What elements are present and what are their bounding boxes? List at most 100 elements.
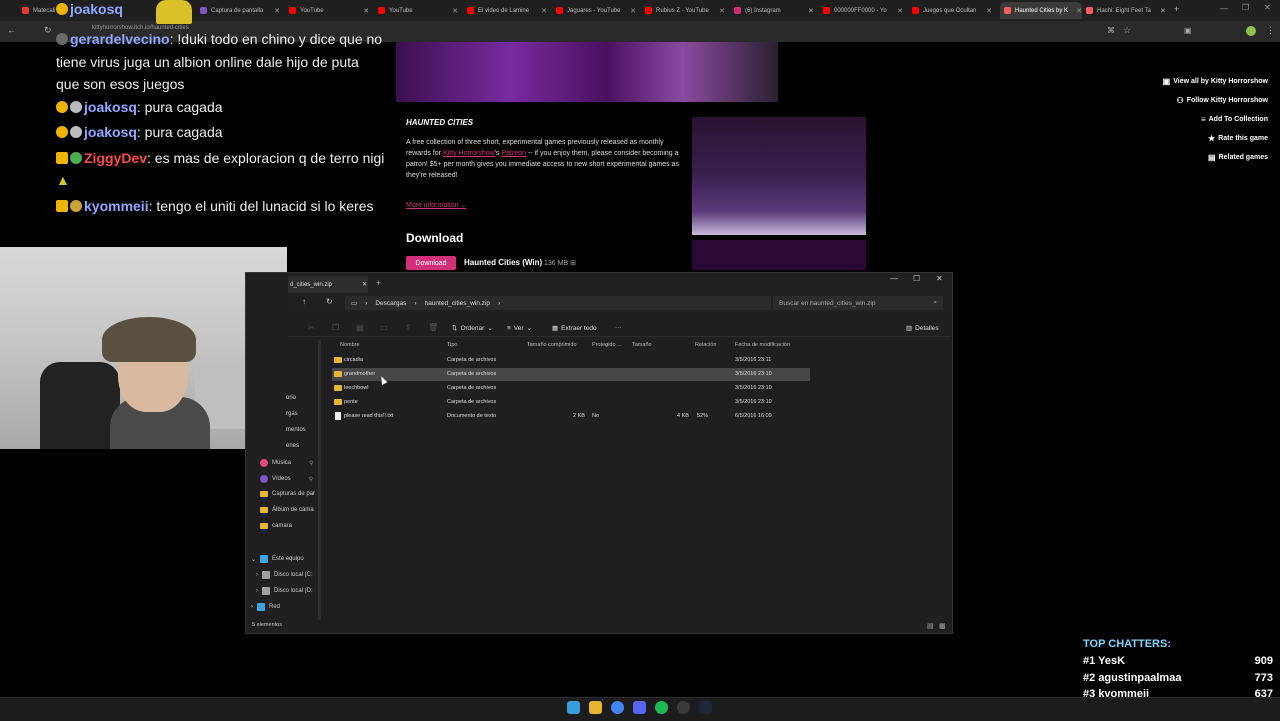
- back-icon[interactable]: ←: [7, 25, 16, 35]
- col-header-name[interactable]: Nombre: [340, 342, 360, 348]
- cut-icon[interactable]: ✂: [308, 323, 315, 332]
- paste-icon[interactable]: ▤: [356, 323, 364, 332]
- more-information-link[interactable]: More information ⌄: [406, 201, 466, 209]
- col-header-protected[interactable]: Protegido ...: [592, 342, 622, 348]
- breadcrumb-item[interactable]: haunted_cities_win.zip: [425, 300, 490, 307]
- more-menu-icon[interactable]: ⋮: [1266, 25, 1275, 36]
- browser-tab[interactable]: YouTube ✕: [378, 2, 458, 19]
- nav-item[interactable]: orio: [260, 395, 296, 401]
- close-tab-icon[interactable]: ✕: [1160, 7, 1166, 15]
- rate-game-link[interactable]: ★ Rate this game: [1140, 129, 1268, 148]
- chevron-right-icon: ›: [414, 299, 417, 307]
- nav-item-disk-d[interactable]: › Disco local (D:: [256, 587, 313, 595]
- browser-tab[interactable]: Rubius Z - YouTube ✕: [645, 2, 725, 19]
- profile-avatar-icon[interactable]: [1246, 26, 1256, 36]
- col-header-type[interactable]: Tipo: [447, 342, 458, 348]
- close-tab-icon[interactable]: ✕: [1076, 7, 1082, 15]
- browser-tab[interactable]: 000000FF0000 - Yo ✕: [823, 2, 903, 19]
- bookmark-star-icon[interactable]: ☆: [1123, 25, 1131, 36]
- nav-item-this-pc[interactable]: ⌄ Este equipo: [251, 555, 304, 563]
- close-tab-icon[interactable]: ✕: [362, 281, 367, 288]
- close-window-icon[interactable]: ✕: [1264, 3, 1271, 12]
- minimize-icon[interactable]: —: [1220, 4, 1228, 13]
- file-explorer-icon[interactable]: [589, 701, 602, 714]
- file-row-selected[interactable]: grandmother Carpeta de archivos 3/5/2016…: [332, 368, 810, 381]
- col-header-size[interactable]: Tamaño: [632, 342, 652, 348]
- nav-item-network[interactable]: › Red: [251, 603, 280, 611]
- steam-icon[interactable]: [699, 701, 712, 714]
- close-tab-icon[interactable]: ✕: [986, 7, 992, 15]
- browser-tab[interactable]: El video de Lamine ✕: [467, 2, 547, 19]
- details-button[interactable]: ▥ Detalles: [906, 324, 939, 333]
- obs-icon[interactable]: [677, 701, 690, 714]
- nav-item[interactable]: enes: [260, 443, 299, 449]
- chrome-icon[interactable]: [611, 701, 624, 714]
- nav-item-videos[interactable]: Vídeos ⚲: [260, 475, 313, 483]
- add-to-collection-link[interactable]: ≡ Add To Collection: [1140, 110, 1268, 129]
- refresh-icon[interactable]: ↻: [326, 297, 333, 306]
- browser-tab-active[interactable]: Haunted Cities by K ✕: [1000, 2, 1082, 19]
- nav-item[interactable]: rgas: [260, 411, 298, 417]
- close-tab-icon[interactable]: ✕: [630, 7, 636, 15]
- browser-tab[interactable]: Hachi: Eight Feet Ta ✕: [1086, 2, 1166, 19]
- patreon-link[interactable]: Patreon: [501, 150, 526, 157]
- file-modified: 3/5/2016 23:10: [735, 371, 772, 377]
- author-link[interactable]: Kitty Horrorshow: [443, 150, 495, 157]
- delete-icon[interactable]: 🗑: [428, 323, 438, 332]
- nav-item-music[interactable]: Música ⚲: [260, 459, 313, 467]
- close-tab-icon[interactable]: ✕: [897, 7, 903, 15]
- more-options-icon[interactable]: ···: [615, 324, 622, 331]
- file-row[interactable]: circadia Carpeta de archivos 3/5/2016 23…: [332, 354, 810, 367]
- view-button[interactable]: ≡ Ver ⌄: [507, 324, 532, 333]
- browser-tab[interactable]: (6) Instagram ✕: [734, 2, 814, 19]
- copy-icon[interactable]: ❐: [332, 323, 339, 332]
- reload-icon[interactable]: ↻: [44, 25, 52, 36]
- close-tab-icon[interactable]: ✕: [452, 7, 458, 15]
- up-arrow-icon[interactable]: ↑: [302, 297, 306, 306]
- explorer-tab[interactable]: d_cities_win.zip ✕: [288, 276, 368, 293]
- new-tab-icon[interactable]: +: [1174, 4, 1179, 14]
- nav-item[interactable]: Capturas de par: [260, 491, 315, 497]
- close-tab-icon[interactable]: ✕: [541, 7, 547, 15]
- nav-item[interactable]: Álbum de cáma: [260, 507, 314, 513]
- follow-link[interactable]: ⚇ Follow Kitty Horrorshow: [1140, 91, 1268, 110]
- breadcrumb[interactable]: ▭ › Descargas › haunted_cities_win.zip ›: [345, 296, 771, 310]
- translate-icon[interactable]: ⌘: [1107, 26, 1115, 35]
- file-row[interactable]: please read this!!.txt Documento de text…: [332, 410, 810, 423]
- col-header-ratio[interactable]: Relación: [695, 342, 716, 348]
- start-button-icon[interactable]: [567, 701, 580, 714]
- game-screenshot[interactable]: [692, 117, 866, 235]
- close-tab-icon[interactable]: ✕: [719, 7, 725, 15]
- extensions-icon[interactable]: ▣: [1184, 26, 1192, 35]
- discord-icon[interactable]: [633, 701, 646, 714]
- nav-item[interactable]: camara: [260, 523, 292, 529]
- download-button[interactable]: Download: [406, 256, 456, 270]
- sort-button[interactable]: ⇅ Ordenar ⌄: [452, 324, 493, 333]
- related-games-link[interactable]: ▤ Related games: [1140, 148, 1268, 167]
- maximize-icon[interactable]: ❐: [1242, 3, 1249, 12]
- extract-all-button[interactable]: ▦ Extraer todo: [552, 324, 597, 333]
- spotify-icon[interactable]: [655, 701, 668, 714]
- details-view-icon[interactable]: ▤: [927, 622, 934, 630]
- close-window-icon[interactable]: ✕: [936, 274, 943, 283]
- rename-icon[interactable]: ▭: [380, 323, 388, 332]
- col-header-compressed[interactable]: Tamaño comprimido: [527, 342, 577, 348]
- file-row[interactable]: leechbowl Carpeta de archivos 3/5/2016 2…: [332, 382, 810, 395]
- maximize-icon[interactable]: ☐: [913, 274, 920, 283]
- view-all-link[interactable]: ▣ View all by Kitty Horrorshow: [1140, 72, 1268, 91]
- col-header-modified[interactable]: Fecha de modificación: [735, 342, 790, 348]
- close-tab-icon[interactable]: ✕: [808, 7, 814, 15]
- file-row[interactable]: pente Carpeta de archivos 3/5/2016 23:10: [332, 396, 810, 409]
- browser-tab[interactable]: Juegos que Ocultan ✕: [912, 2, 992, 19]
- nav-item-disk-c[interactable]: › Disco local (C:: [256, 571, 313, 579]
- minimize-icon[interactable]: —: [890, 274, 898, 283]
- game-screenshot[interactable]: [692, 240, 866, 270]
- share-icon[interactable]: ⇪: [405, 323, 412, 332]
- nav-item[interactable]: mentos: [260, 427, 306, 433]
- breadcrumb-item[interactable]: Descargas: [375, 300, 406, 307]
- search-input[interactable]: Buscar en haunted_cities_win.zip ⌕: [773, 296, 943, 310]
- new-tab-icon[interactable]: +: [376, 278, 381, 288]
- nav-pane-scrollbar[interactable]: [318, 340, 321, 620]
- tiles-view-icon[interactable]: ▦: [939, 622, 946, 630]
- browser-tab[interactable]: Jaguares - YouTube ✕: [556, 2, 636, 19]
